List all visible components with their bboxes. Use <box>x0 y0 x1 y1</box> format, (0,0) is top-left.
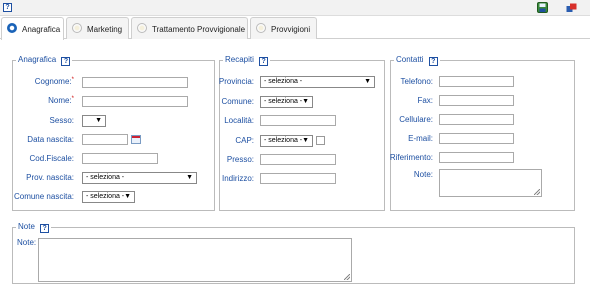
chevron-down-icon: ▼ <box>186 174 193 181</box>
cap-checkbox[interactable] <box>316 136 325 145</box>
telefono-field[interactable] <box>439 76 514 87</box>
tab-radio-icon <box>256 23 266 33</box>
chevron-down-icon: ▼ <box>302 137 309 144</box>
calendar-icon[interactable] <box>131 135 141 144</box>
contatti-fieldset: Contatti ? Telefono: Fax: Cellulare: E-m… <box>390 55 575 211</box>
cod-fiscale-label: Cod.Fiscale: <box>29 154 74 163</box>
sesso-label: Sesso: <box>49 116 74 125</box>
contatti-legend: Contatti ? <box>394 55 440 66</box>
tab-provvigioni[interactable]: Provvigioni <box>250 17 317 39</box>
tab-radio-icon <box>137 23 147 33</box>
save-icon[interactable] <box>537 2 548 13</box>
help-icon[interactable]: ? <box>428 57 438 66</box>
localita-label: Località: <box>224 116 254 125</box>
recapiti-fieldset: Recapiti ? Provincia: - seleziona - ▼ Com… <box>219 55 385 211</box>
tab-label: Provvigioni <box>271 25 311 34</box>
anagrafica-legend: Anagrafica ? <box>16 55 72 66</box>
note-legend-text: Note <box>18 222 35 231</box>
indirizzo-label: Indirizzo: <box>221 174 254 183</box>
telefono-label: Telefono: <box>400 77 433 86</box>
prov-nascita-label: Prov. nascita: <box>26 173 74 182</box>
cap-select[interactable]: - seleziona - ▼ <box>260 135 313 147</box>
data-nascita-field[interactable] <box>82 134 128 145</box>
note-legend: Note ? <box>16 222 51 233</box>
presso-field[interactable] <box>260 154 336 165</box>
tab-active-radio-icon <box>7 23 17 33</box>
fax-field[interactable] <box>439 95 514 106</box>
cellulare-field[interactable] <box>439 114 514 125</box>
fax-label: Fax: <box>417 96 433 105</box>
provincia-label: Provincia: <box>218 77 254 86</box>
note-label: Note: <box>17 238 37 247</box>
help-icon[interactable]: ? <box>61 57 71 66</box>
anagrafica-legend-text: Anagrafica <box>18 55 57 64</box>
presso-label: Presso: <box>226 155 254 164</box>
comune-label: Comune: <box>221 97 254 106</box>
tab-trattamento-provvigionale[interactable]: Trattamento Provvigionale <box>131 17 248 39</box>
exit-icon[interactable] <box>566 3 577 13</box>
note-fieldset: Note ? Note: <box>12 222 575 284</box>
chevron-down-icon: ▼ <box>124 193 131 200</box>
contatti-legend-text: Contatti <box>396 55 424 64</box>
top-toolbar: ? <box>0 0 590 16</box>
riferimento-label: Riferimento: <box>389 153 433 162</box>
data-nascita-label: Data nascita: <box>27 135 74 144</box>
nome-label: Nome:* <box>48 96 74 105</box>
required-mark: * <box>71 77 74 83</box>
recapiti-legend-text: Recapiti <box>225 55 254 64</box>
email-label: E-mail: <box>408 134 433 143</box>
recapiti-legend: Recapiti ? <box>223 55 270 66</box>
riferimento-field[interactable] <box>439 152 514 163</box>
help-icon[interactable]: ? <box>259 57 269 66</box>
provincia-select[interactable]: - seleziona - ▼ <box>260 76 375 88</box>
tab-label: Marketing <box>87 25 123 34</box>
help-icon[interactable]: ? <box>40 224 50 233</box>
cognome-label: Cognome:* <box>34 77 74 86</box>
tab-marketing[interactable]: Marketing <box>66 17 129 39</box>
cellulare-label: Cellulare: <box>399 115 433 124</box>
nome-field[interactable] <box>82 96 188 107</box>
help-icon[interactable]: ? <box>3 3 12 12</box>
note-textarea[interactable] <box>38 238 352 282</box>
chevron-down-icon: ▼ <box>302 98 309 105</box>
sesso-select[interactable]: ▼ <box>82 115 106 127</box>
tab-bar: Anagrafica Marketing Trattamento Provvig… <box>0 17 590 40</box>
contatti-note-textarea[interactable] <box>439 169 542 197</box>
resize-grip-icon[interactable] <box>534 189 540 195</box>
tab-anagrafica[interactable]: Anagrafica <box>1 17 64 40</box>
chevron-down-icon: ▼ <box>95 117 102 124</box>
chevron-down-icon: ▼ <box>364 78 371 85</box>
contatti-note-label: Note: <box>413 170 433 179</box>
comune-select[interactable]: - seleziona - ▼ <box>260 96 313 108</box>
resize-grip-icon[interactable] <box>344 274 350 280</box>
anagrafica-fieldset: Anagrafica ? Cognome:* Nome:* Sesso: ▼ D… <box>12 55 215 211</box>
tab-label: Trattamento Provvigionale <box>152 25 246 34</box>
indirizzo-field[interactable] <box>260 173 336 184</box>
comune-nascita-label: Comune nascita: <box>13 192 74 201</box>
email-field[interactable] <box>439 133 514 144</box>
tab-radio-icon <box>72 23 82 33</box>
prov-nascita-select[interactable]: - seleziona - ▼ <box>82 172 197 184</box>
cod-fiscale-field[interactable] <box>82 153 158 164</box>
localita-field[interactable] <box>260 115 336 126</box>
tab-label: Anagrafica <box>22 25 61 34</box>
required-mark: * <box>71 96 74 102</box>
cap-label: CAP: <box>235 136 254 145</box>
cognome-field[interactable] <box>82 77 188 88</box>
comune-nascita-select[interactable]: - seleziona - ▼ <box>82 191 135 203</box>
